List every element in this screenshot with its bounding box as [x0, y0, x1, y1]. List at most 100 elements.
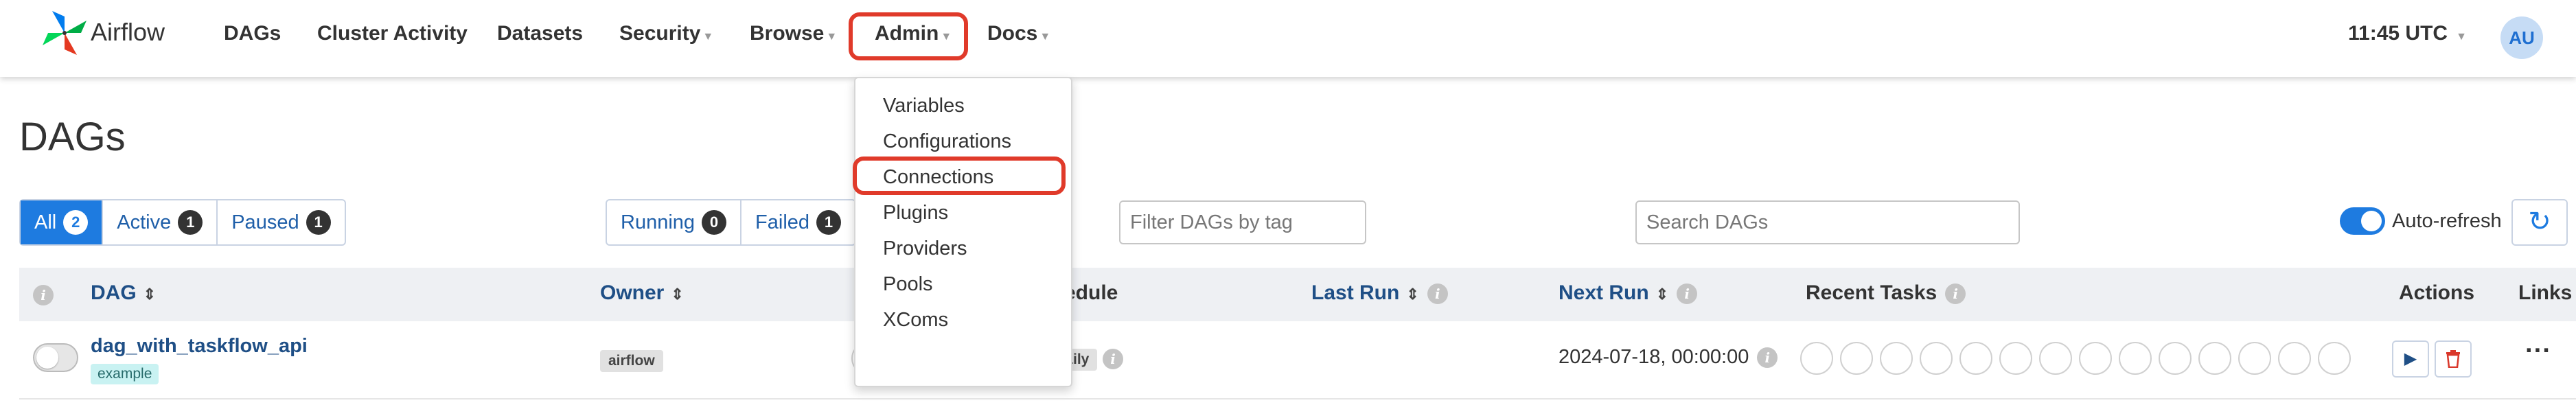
column-dag[interactable]: DAG ⇕: [91, 281, 156, 305]
column-next-run-label: Next Run: [1559, 281, 1649, 304]
admin-highlight: [849, 12, 968, 60]
task-state-circle[interactable]: [1800, 342, 1833, 375]
task-state-circle[interactable]: [2039, 342, 2072, 375]
connections-highlight: [853, 157, 1066, 195]
task-state-circle[interactable]: [2278, 342, 2311, 375]
next-run-label: 2024-07-18, 00:00:00: [1559, 346, 1749, 368]
menu-item-configurations[interactable]: Configurations: [883, 130, 1011, 153]
table-row: dag_with_taskflow_api example airflow @d…: [19, 321, 2576, 400]
nav-dags[interactable]: DAGs: [224, 22, 281, 45]
sort-icon: ⇕: [671, 286, 684, 303]
column-dag-label: DAG: [91, 281, 137, 304]
chevron-down-icon: ▼: [702, 31, 714, 43]
nav-docs[interactable]: Docs ▼: [987, 22, 1050, 45]
task-state-circle[interactable]: [1999, 342, 2032, 375]
task-state-circle[interactable]: [2238, 342, 2271, 375]
menu-item-providers[interactable]: Providers: [883, 238, 967, 260]
filter-failed-button[interactable]: Failed 1: [741, 200, 855, 244]
column-owner[interactable]: Owner ⇕: [600, 281, 684, 305]
task-state-circle[interactable]: [2119, 342, 2152, 375]
task-state-circle[interactable]: [2198, 342, 2231, 375]
filter-active-label: Active: [117, 211, 172, 233]
chevron-down-icon: ▼: [826, 31, 838, 43]
run-state-filter: Running 0 Failed 1: [606, 199, 857, 246]
page-title: DAGs: [19, 115, 126, 159]
nav-browse-label: Browse: [750, 22, 825, 45]
column-recent-tasks-label: Recent Tasks: [1806, 281, 1937, 304]
brand-name[interactable]: Airflow: [91, 18, 165, 47]
column-links: Links: [2518, 281, 2573, 304]
menu-item-plugins[interactable]: Plugins: [883, 202, 948, 224]
task-state-circle[interactable]: [2079, 342, 2112, 375]
menu-item-variables[interactable]: Variables: [883, 95, 965, 117]
info-icon: i: [1677, 284, 1698, 305]
more-links-icon[interactable]: ···: [2525, 336, 2551, 366]
task-state-circle[interactable]: [2159, 342, 2192, 375]
airflow-logo-icon[interactable]: [38, 7, 91, 59]
chevron-down-icon: ▼: [2456, 31, 2467, 43]
filter-all-button[interactable]: All 2: [21, 200, 104, 244]
admin-dropdown-menu: Variables Configurations Connections Plu…: [854, 77, 1072, 387]
filter-paused-button[interactable]: Paused 1: [218, 200, 344, 244]
info-icon: i: [1103, 349, 1123, 369]
column-last-run[interactable]: Last Run ⇕ i: [1311, 281, 1448, 305]
sort-icon: ⇕: [143, 286, 157, 303]
filter-all-label: All: [34, 211, 57, 233]
play-icon: ▶: [2404, 349, 2417, 368]
delete-dag-button[interactable]: [2435, 340, 2472, 378]
trigger-dag-button[interactable]: ▶: [2392, 340, 2429, 378]
filter-failed-count: 1: [816, 210, 842, 235]
info-icon: i: [1757, 347, 1778, 369]
dag-id-link[interactable]: dag_with_taskflow_api: [91, 335, 308, 358]
clock-label: 11:45 UTC: [2348, 22, 2448, 45]
column-recent-tasks: Recent Tasks i: [1806, 281, 1966, 305]
task-state-circle[interactable]: [1959, 342, 1992, 375]
chevron-down-icon: ▼: [1039, 31, 1051, 43]
dag-status-filter: All 2 Active 1 Paused 1: [19, 199, 346, 246]
filter-all-count: 2: [63, 210, 89, 235]
filter-running-count: 0: [702, 210, 727, 235]
filter-running-button[interactable]: Running 0: [607, 200, 742, 244]
info-icon: i: [1945, 284, 1966, 305]
refresh-button[interactable]: ↻: [2511, 199, 2568, 246]
auto-refresh-toggle[interactable]: [2340, 207, 2385, 235]
filter-active-button[interactable]: Active 1: [103, 200, 218, 244]
task-state-circle[interactable]: [1840, 342, 1873, 375]
filter-running-label: Running: [621, 211, 695, 233]
menu-item-xcoms[interactable]: XComs: [883, 309, 948, 332]
column-next-run[interactable]: Next Run ⇕ i: [1559, 281, 1698, 305]
column-owner-label: Owner: [600, 281, 665, 304]
info-icon: i: [1427, 284, 1448, 305]
nav-security-label: Security: [619, 22, 701, 45]
filter-active-count: 1: [178, 210, 203, 235]
top-navbar: Airflow DAGs Cluster Activity Datasets S…: [0, 0, 2576, 77]
nav-docs-label: Docs: [987, 22, 1038, 45]
next-run-value: 2024-07-18, 00:00:00 i: [1559, 346, 1778, 369]
nav-datasets[interactable]: Datasets: [497, 22, 583, 45]
menu-item-pools[interactable]: Pools: [883, 273, 933, 296]
sort-icon: ⇕: [1655, 286, 1669, 303]
tag-filter-input[interactable]: Filter DAGs by tag: [1119, 200, 1366, 244]
dags-table-header: i DAG ⇕ Owner ⇕ edule Last Run ⇕ i Next Run ⇕…: [19, 268, 2576, 321]
filter-failed-label: Failed: [755, 211, 810, 233]
sort-icon: ⇕: [1406, 286, 1419, 303]
column-last-run-label: Last Run: [1311, 281, 1400, 304]
nav-browse[interactable]: Browse ▼: [750, 22, 837, 45]
trash-icon: [2446, 350, 2460, 369]
refresh-icon: ↻: [2528, 207, 2551, 237]
user-avatar[interactable]: AU: [2500, 16, 2543, 59]
task-state-circle[interactable]: [2318, 342, 2351, 375]
filter-paused-label: Paused: [231, 211, 299, 233]
filter-paused-count: 1: [306, 210, 331, 235]
nav-security[interactable]: Security ▼: [619, 22, 713, 45]
column-actions: Actions: [2399, 281, 2475, 304]
select-info-icon: i: [33, 283, 54, 306]
nav-cluster-activity[interactable]: Cluster Activity: [317, 22, 468, 45]
dag-owner[interactable]: airflow: [600, 350, 663, 372]
dag-pause-toggle[interactable]: [33, 343, 78, 372]
dag-tag[interactable]: example: [91, 364, 159, 384]
utc-clock[interactable]: 11:45 UTC ▼: [2348, 22, 2467, 45]
search-dags-input[interactable]: Search DAGs: [1635, 200, 2020, 244]
task-state-circle[interactable]: [1920, 342, 1953, 375]
task-state-circle[interactable]: [1880, 342, 1913, 375]
